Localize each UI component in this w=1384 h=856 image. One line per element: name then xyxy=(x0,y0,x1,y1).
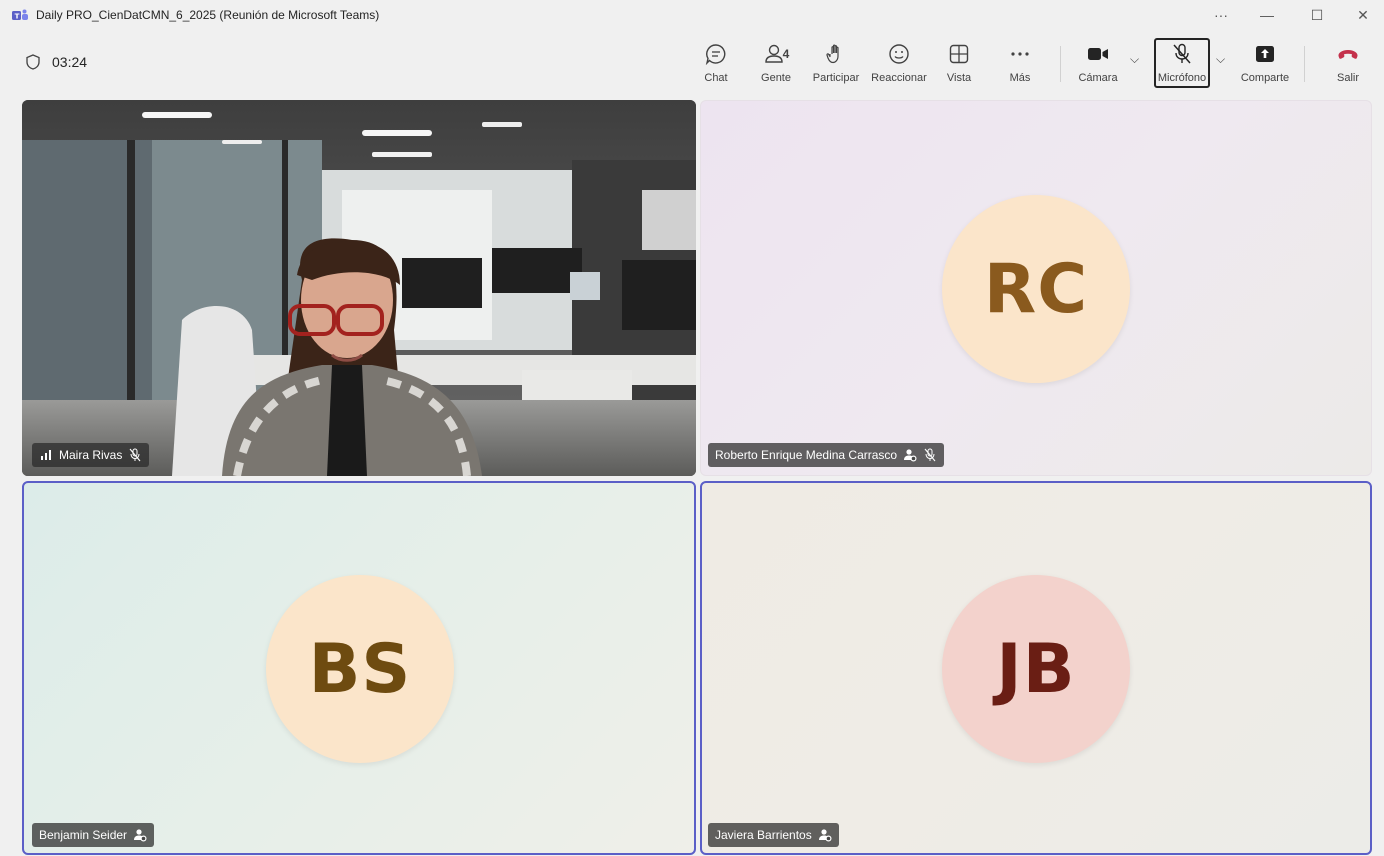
leave-label: Salir xyxy=(1336,72,1359,84)
more-options-button[interactable]: Más xyxy=(1004,36,1036,92)
window-more-button[interactable]: ··· xyxy=(1198,4,1244,26)
participant-name: Roberto Enrique Medina Carrasco xyxy=(715,448,898,462)
meeting-toolbar: 03:24 Chat 4 Gente Participar Reaccionar… xyxy=(8,30,1384,96)
signal-strength-icon xyxy=(39,448,53,462)
raise-hand-button[interactable]: Participar xyxy=(808,36,864,92)
teams-logo-icon: T xyxy=(12,9,28,21)
avatar: BS xyxy=(266,575,454,763)
people-button[interactable]: 4 Gente xyxy=(752,36,800,92)
participant-video-feed xyxy=(22,100,696,476)
more-label: Más xyxy=(1009,72,1031,84)
window-title: Daily PRO_CienDatCMN_6_2025 (Reunión de … xyxy=(36,8,380,22)
camera-label: Cámara xyxy=(1078,72,1118,84)
microphone-muted-icon xyxy=(923,448,937,462)
microphone-label: Micrófono xyxy=(1157,72,1207,84)
toolbar-separator xyxy=(1060,46,1061,82)
microphone-button[interactable]: Micrófono xyxy=(1156,36,1208,92)
svg-text:T: T xyxy=(15,13,20,21)
view-button[interactable]: Vista xyxy=(942,36,976,92)
people-count: 4 xyxy=(782,47,790,61)
camera-icon xyxy=(1088,48,1108,60)
participant-name: Benjamin Seider xyxy=(39,828,128,842)
timer-text: 03:24 xyxy=(52,54,88,70)
maximize-button[interactable]: ☐ xyxy=(1294,4,1340,26)
people-icon xyxy=(764,44,783,63)
raise-hand-label: Participar xyxy=(812,72,860,84)
camera-options-chevron-icon[interactable]: ⌵ xyxy=(1130,52,1142,66)
external-user-icon xyxy=(133,828,147,842)
participant-tile-roberto[interactable]: RC Roberto Enrique Medina Carrasco xyxy=(700,100,1372,476)
participant-tile-maira[interactable]: Maira Rivas xyxy=(22,100,696,476)
minimize-button[interactable]: — xyxy=(1244,4,1290,26)
participant-tile-benjamin[interactable]: BS Benjamin Seider xyxy=(22,481,696,855)
participant-name-tag: Maira Rivas xyxy=(32,443,150,467)
hang-up-icon xyxy=(1338,50,1358,59)
window-left-edge xyxy=(0,30,8,856)
meeting-timer: 03:24 xyxy=(26,54,87,70)
hand-icon xyxy=(826,44,839,64)
microphone-muted-icon xyxy=(1173,43,1191,64)
react-button[interactable]: Reaccionar xyxy=(870,36,928,92)
leave-button[interactable]: Salir xyxy=(1328,36,1368,92)
participant-name: Javiera Barrientos xyxy=(715,828,812,842)
chat-label: Chat xyxy=(704,72,728,84)
chat-icon xyxy=(705,44,726,65)
toolbar-separator-2 xyxy=(1304,46,1305,82)
react-label: Reaccionar xyxy=(871,72,927,84)
external-user-icon xyxy=(903,448,917,462)
participant-name: Maira Rivas xyxy=(59,448,123,462)
participant-tile-javiera[interactable]: JB Javiera Barrientos xyxy=(700,481,1372,855)
more-icon xyxy=(1011,52,1029,56)
smiley-icon xyxy=(889,44,909,64)
people-label: Gente xyxy=(761,72,791,84)
grid-view-icon xyxy=(949,44,969,64)
chat-button[interactable]: Chat xyxy=(696,36,736,92)
close-window-button[interactable]: ✕ xyxy=(1340,4,1384,26)
microphone-options-chevron-icon[interactable]: ⌵ xyxy=(1216,52,1228,66)
participant-name-tag: Benjamin Seider xyxy=(32,823,155,847)
avatar: JB xyxy=(942,575,1130,763)
camera-button[interactable]: Cámara xyxy=(1076,36,1120,92)
share-button[interactable]: Comparte xyxy=(1238,36,1292,92)
shield-icon xyxy=(26,54,40,70)
share-label: Comparte xyxy=(1240,72,1290,84)
avatar: RC xyxy=(942,195,1130,383)
participant-name-tag: Roberto Enrique Medina Carrasco xyxy=(708,443,945,467)
external-user-icon xyxy=(818,828,832,842)
view-label: Vista xyxy=(946,72,972,84)
share-screen-icon xyxy=(1256,46,1274,62)
participant-name-tag: Javiera Barrientos xyxy=(708,823,839,847)
microphone-muted-icon xyxy=(128,448,142,462)
title-bar: T Daily PRO_CienDatCMN_6_2025 (Reunión d… xyxy=(0,0,1384,30)
